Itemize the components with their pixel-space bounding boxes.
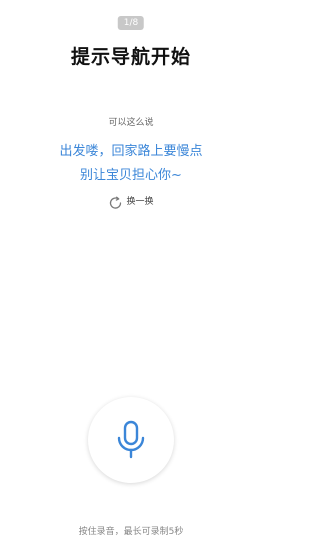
record-button[interactable] bbox=[88, 397, 174, 483]
example-hint: 可以这么说 bbox=[108, 118, 154, 128]
sample-phrase-line-2: 别让宝贝担心你~ bbox=[80, 168, 182, 183]
refresh-button[interactable]: 换一换 bbox=[108, 195, 154, 209]
refresh-label: 换一换 bbox=[126, 197, 154, 207]
page-title: 提示导航开始 bbox=[70, 46, 191, 68]
refresh-icon bbox=[108, 195, 122, 209]
page-indicator: 1/8 bbox=[117, 16, 145, 30]
record-instruction: 按住录音，最长可录制5秒 bbox=[78, 527, 184, 537]
sample-phrase-line-1: 出发喽，回家路上要慢点 bbox=[59, 144, 203, 159]
microphone-icon bbox=[117, 420, 145, 459]
